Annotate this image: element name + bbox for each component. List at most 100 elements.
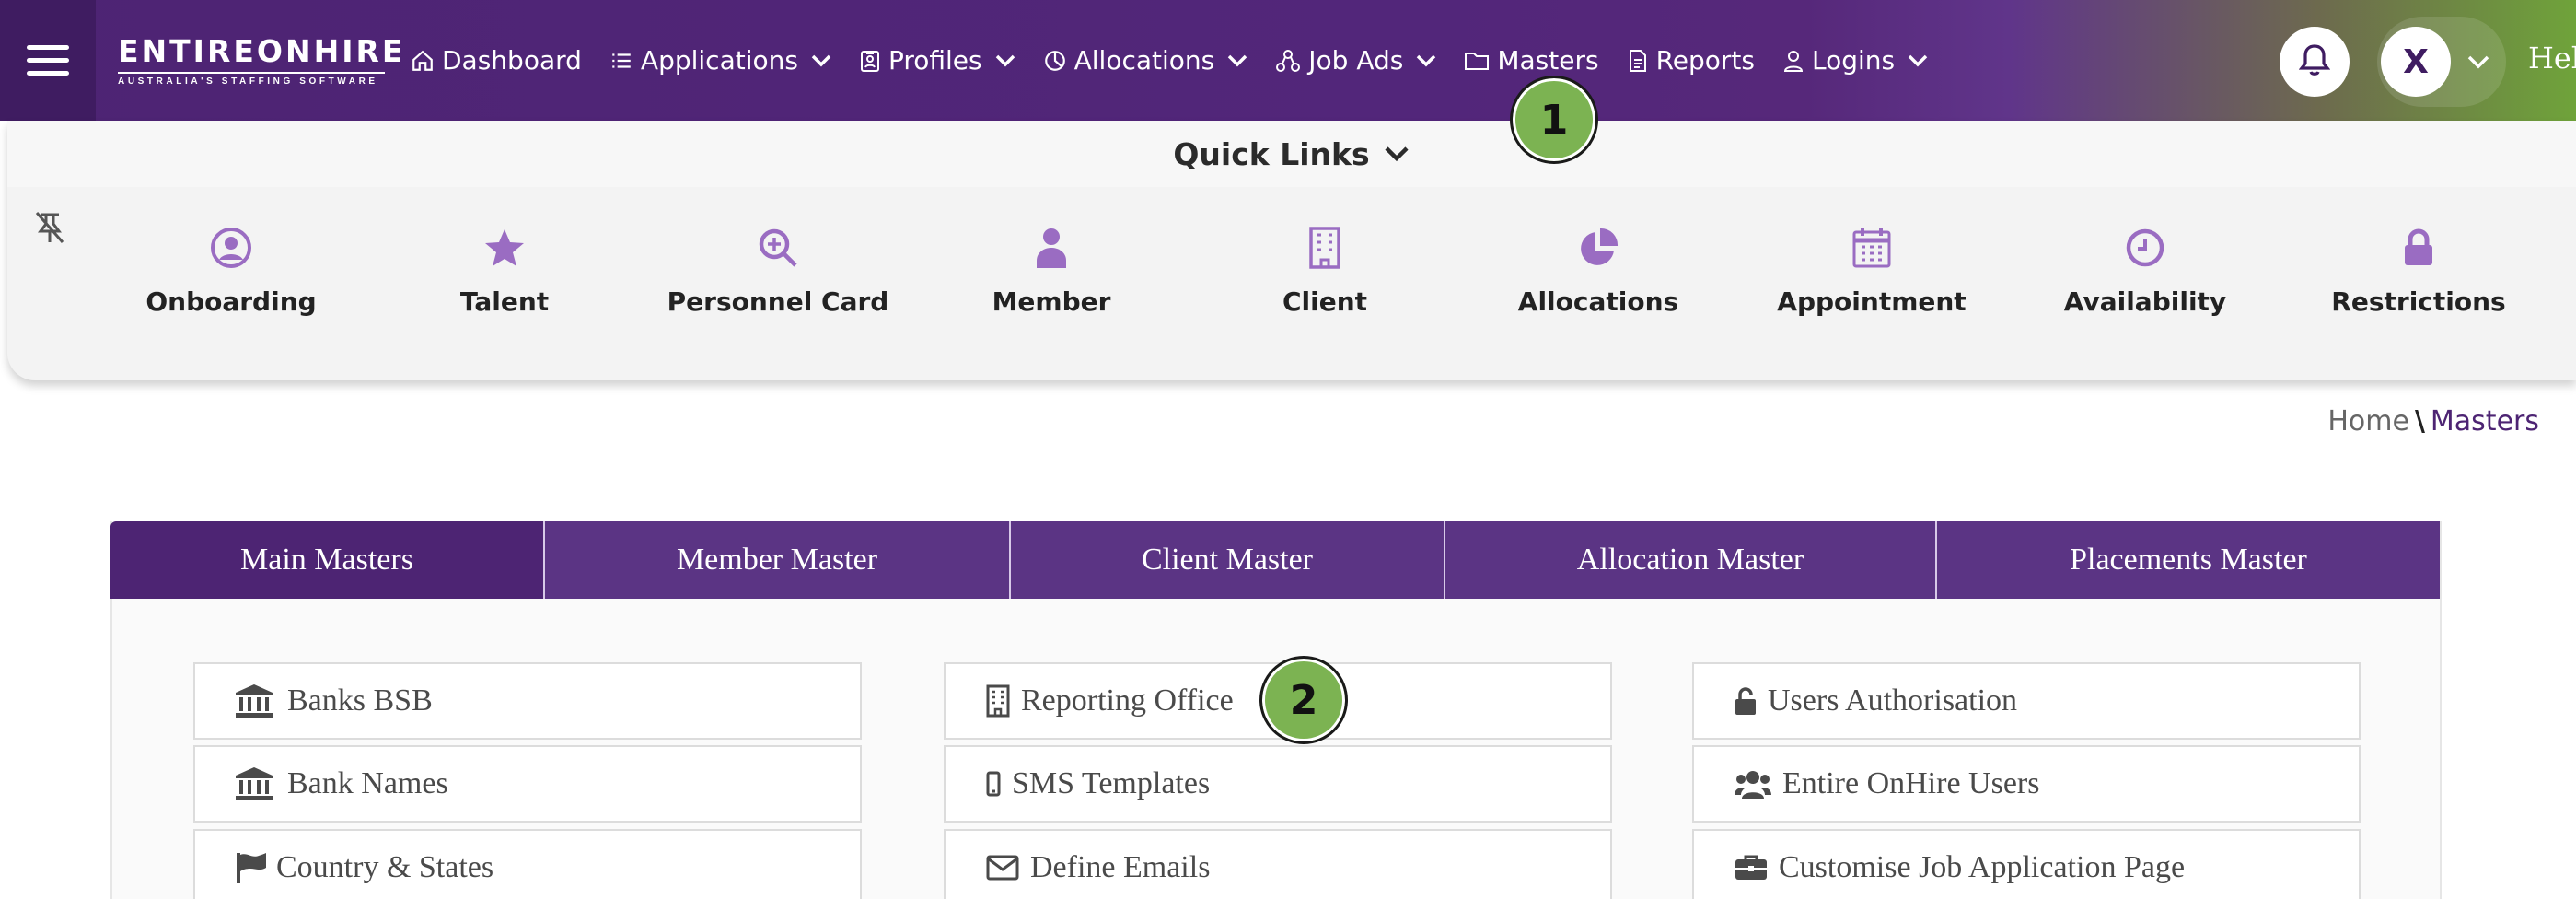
list-icon — [609, 49, 633, 73]
quick-link-label: Appointment — [1777, 286, 1967, 317]
tile-customise-job-application-page[interactable]: Customise Job Application Page — [1692, 829, 2361, 899]
tab-member-master[interactable]: Member Master — [545, 521, 1011, 599]
folder-icon — [1464, 50, 1490, 72]
user-circle-icon — [102, 222, 360, 274]
quick-link-label: Onboarding — [145, 286, 317, 317]
breadcrumb: Home \ Masters — [2327, 405, 2539, 438]
unpin-icon[interactable] — [31, 209, 68, 251]
step-marker-2: 2 — [1259, 656, 1348, 744]
quick-link-appointment[interactable]: Appointment — [1743, 222, 2001, 317]
top-navbar: ENTIREONHIRE AUSTRALIA'S STAFFING SOFTWA… — [0, 0, 2576, 121]
tile-banks-bsb[interactable]: Banks BSB — [193, 662, 862, 740]
users-icon — [1735, 769, 1771, 799]
tile-label: Banks BSB — [287, 683, 433, 718]
bell-icon — [2298, 42, 2331, 82]
tile-entire-onhire-users[interactable]: Entire OnHire Users — [1692, 745, 2361, 823]
quick-link-allocations[interactable]: Allocations — [1469, 222, 1727, 317]
quick-links-panel: Quick Links Onboarding Talent Personnel … — [7, 121, 2576, 380]
pie-chart-icon — [1469, 222, 1727, 274]
bank-icon — [236, 684, 273, 718]
notifications-button[interactable] — [2280, 27, 2350, 97]
step-marker-1: 1 — [1510, 76, 1598, 164]
chevron-down-icon[interactable] — [2467, 55, 2489, 69]
calendar-icon — [1743, 222, 2001, 274]
nav-logins[interactable]: Logins — [1782, 45, 1928, 76]
avatar[interactable]: X — [2381, 27, 2451, 97]
breadcrumb-separator: \ — [2414, 405, 2425, 438]
nav-masters-label: Masters — [1497, 45, 1599, 76]
tile-label: Reporting Office — [1021, 683, 1234, 718]
nav-reports-label: Reports — [1655, 45, 1755, 76]
building-icon — [986, 684, 1010, 718]
tab-placements-master[interactable]: Placements Master — [1937, 521, 2440, 599]
pie-chart-icon — [1043, 49, 1067, 73]
breadcrumb-current: Masters — [2430, 405, 2539, 438]
building-icon — [1196, 222, 1454, 274]
briefcase-icon — [1735, 854, 1768, 881]
nav-applications-label: Applications — [640, 45, 798, 76]
tile-country-states[interactable]: Country & States — [193, 829, 862, 899]
main-nav: Dashboard Applications Profiles Allocati… — [411, 45, 1955, 76]
chevron-down-icon — [1385, 146, 1409, 162]
bank-icon — [236, 767, 273, 800]
quick-link-member[interactable]: Member — [922, 222, 1180, 317]
tab-main-masters[interactable]: Main Masters — [110, 521, 545, 599]
search-plus-icon — [649, 222, 907, 274]
network-icon — [1275, 49, 1301, 73]
tile-define-emails[interactable]: Define Emails — [944, 829, 1612, 899]
nav-profiles[interactable]: Profiles — [859, 45, 1015, 76]
tile-label: SMS Templates — [1012, 766, 1211, 800]
user-menu[interactable]: X — [2377, 17, 2506, 107]
tile-label: Entire OnHire Users — [1782, 766, 2040, 800]
chevron-down-icon — [1416, 54, 1436, 67]
user-greeting: Hel — [2528, 41, 2576, 76]
logo-wordmark: ENTIREONHIRE — [118, 32, 406, 69]
tile-label: Customise Job Application Page — [1779, 850, 2186, 884]
quick-link-availability[interactable]: Availability — [2016, 222, 2274, 317]
id-badge-icon — [859, 49, 881, 73]
hamburger-menu-button[interactable] — [0, 0, 96, 121]
tab-client-master[interactable]: Client Master — [1011, 521, 1445, 599]
flag-icon — [236, 852, 267, 883]
breadcrumb-home[interactable]: Home — [2327, 405, 2409, 438]
tile-label: Users Authorisation — [1768, 683, 2018, 718]
quick-link-label: Availability — [2063, 286, 2227, 317]
quick-link-onboarding[interactable]: Onboarding — [102, 222, 360, 317]
quick-link-label: Allocations — [1517, 286, 1679, 317]
quick-links-title: Quick Links — [1173, 135, 1370, 172]
tile-label: Bank Names — [287, 766, 448, 800]
tab-allocation-master[interactable]: Allocation Master — [1445, 521, 1937, 599]
mobile-icon — [986, 771, 1001, 797]
nav-dashboard[interactable]: Dashboard — [411, 45, 582, 76]
chevron-down-icon — [1227, 54, 1247, 67]
nav-allocations[interactable]: Allocations — [1043, 45, 1248, 76]
quick-links-header[interactable]: Quick Links — [7, 121, 2576, 187]
quick-link-client[interactable]: Client — [1196, 222, 1454, 317]
nav-profiles-label: Profiles — [888, 45, 982, 76]
star-icon — [376, 222, 633, 274]
chevron-down-icon — [1908, 54, 1928, 67]
tile-label: Define Emails — [1030, 850, 1211, 884]
quick-link-label: Talent — [459, 286, 550, 317]
envelope-icon — [986, 855, 1019, 881]
nav-logins-label: Logins — [1811, 45, 1896, 76]
quick-link-talent[interactable]: Talent — [376, 222, 633, 317]
logo-tagline: AUSTRALIA'S STAFFING SOFTWARE — [118, 71, 385, 87]
tile-sms-templates[interactable]: SMS Templates — [944, 745, 1612, 823]
tile-users-authorisation[interactable]: Users Authorisation — [1692, 662, 2361, 740]
nav-job-ads[interactable]: Job Ads — [1275, 45, 1436, 76]
nav-applications[interactable]: Applications — [609, 45, 831, 76]
tile-bank-names[interactable]: Bank Names — [193, 745, 862, 823]
nav-dashboard-label: Dashboard — [442, 45, 582, 76]
brand-logo[interactable]: ENTIREONHIRE AUSTRALIA'S STAFFING SOFTWA… — [118, 32, 406, 87]
chevron-down-icon — [995, 54, 1015, 67]
chevron-down-icon — [811, 54, 831, 67]
user-icon — [1782, 49, 1804, 73]
nav-masters[interactable]: Masters — [1464, 45, 1599, 76]
quick-link-label: Personnel Card — [667, 286, 889, 317]
masters-tabs: Main Masters Member Master Client Master… — [110, 521, 2440, 599]
quick-link-restrictions[interactable]: Restrictions — [2290, 222, 2547, 317]
unlock-icon — [1735, 686, 1757, 716]
quick-link-personnel-card[interactable]: Personnel Card — [649, 222, 907, 317]
nav-reports[interactable]: Reports — [1627, 45, 1755, 76]
